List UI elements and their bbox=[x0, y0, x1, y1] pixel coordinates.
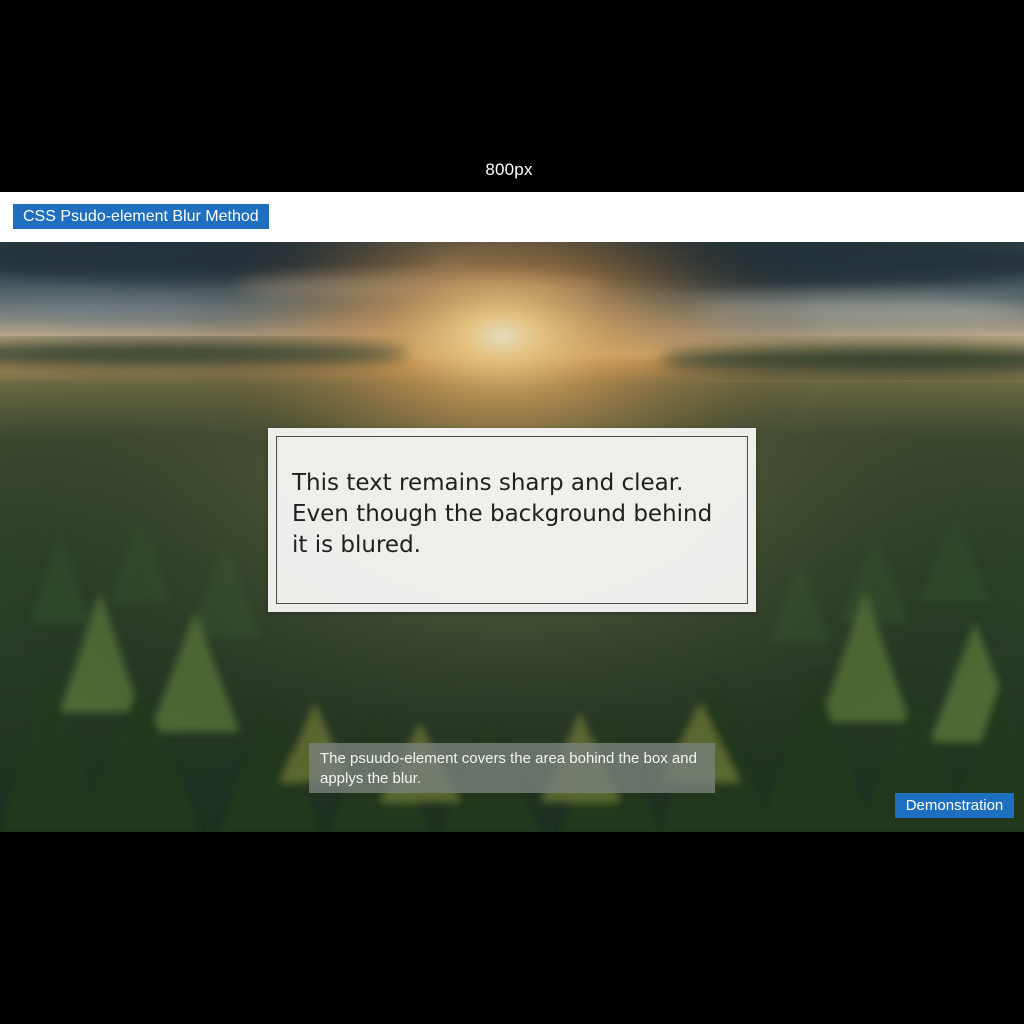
card-text: This text remains sharp and clear. Even … bbox=[292, 468, 732, 561]
title-badge: CSS Psudo-element Blur Method bbox=[13, 204, 269, 229]
card-line: it is blured. bbox=[292, 532, 421, 558]
caption-line: The psuudo-element covers the area bohin… bbox=[320, 750, 697, 767]
card-line: This text remains sharp and clear. bbox=[292, 470, 684, 496]
width-label: 800px bbox=[485, 160, 533, 179]
title-bar: CSS Psudo-element Blur Method bbox=[0, 192, 1024, 242]
blurred-forest-background: This text remains sharp and clear. Even … bbox=[0, 242, 1024, 832]
caption-line: applys the blur. bbox=[320, 770, 421, 787]
card-line: Even though the background behind bbox=[292, 501, 713, 527]
caption-box: The psuudo-element covers the area bohin… bbox=[309, 743, 715, 793]
demonstration-badge: Demonstration bbox=[895, 793, 1014, 818]
sharp-text-card: This text remains sharp and clear. Even … bbox=[268, 428, 756, 612]
page-stage: 800px CSS Psudo-element Blur Method This… bbox=[0, 0, 1024, 1024]
